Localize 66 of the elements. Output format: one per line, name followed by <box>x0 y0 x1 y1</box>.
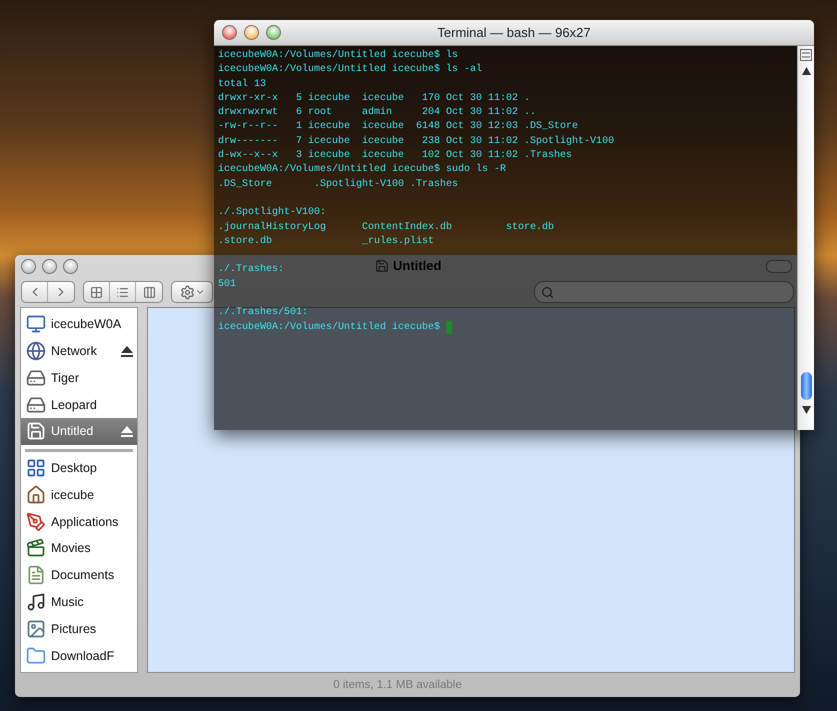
terminal-line: ./.Trashes/501: <box>218 306 308 320</box>
eject-icon[interactable] <box>121 346 133 357</box>
terminal-line: ./.Spotlight-V100: <box>218 206 326 220</box>
split-pane-icon[interactable] <box>800 49 812 61</box>
terminal-line: icecubeW0A:/Volumes/Untitled icecube$ sudo ls -R <box>218 163 506 178</box>
pen-icon <box>26 512 46 532</box>
close-button[interactable] <box>21 258 36 274</box>
text-cursor <box>446 321 452 334</box>
house-icon <box>26 484 46 505</box>
toolbar-toggle-button[interactable] <box>766 260 792 273</box>
minimize-button[interactable] <box>42 258 57 274</box>
search-icon <box>541 286 554 298</box>
terminal-line: ./.Trashes: <box>218 263 284 278</box>
window-title: Untitled <box>393 258 442 273</box>
zoom-button[interactable] <box>266 25 281 40</box>
sidebar-item[interactable]: Movies <box>21 535 137 562</box>
desktop-icon <box>26 458 46 478</box>
hard-drive-icon <box>26 394 46 415</box>
columns-icon <box>142 286 156 298</box>
status-text: 0 items, 1.1 MB available <box>333 679 462 691</box>
sidebar-item[interactable]: Pictures <box>21 615 137 642</box>
minimize-button[interactable] <box>244 25 259 40</box>
sidebar-item[interactable]: Applications <box>21 508 137 536</box>
down-arrow-icon[interactable] <box>802 406 810 414</box>
sidebar-item[interactable]: DownloadF <box>21 642 137 669</box>
terminal-line: icecubeW0A:/Volumes/Untitled icecube$ ls -al <box>218 63 482 78</box>
clapperboard-icon <box>26 538 46 558</box>
sidebar-item[interactable]: icecubeW0A <box>21 311 137 338</box>
list-icon <box>116 286 129 298</box>
zoom-button[interactable] <box>63 258 78 274</box>
up-arrow-icon[interactable] <box>802 67 810 75</box>
terminal-line: .journalHistoryLog ContentIndex.db store.db <box>218 220 554 235</box>
scroll-thumb[interactable] <box>800 372 812 400</box>
sidebar-item[interactable]: Music <box>21 588 137 616</box>
terminal-line: .store.db _rules.plist <box>218 234 434 249</box>
document-icon <box>26 565 46 586</box>
globe-icon <box>26 341 46 362</box>
terminal-line: d-wx--x--x 3 icecube icecube 102 Oct 30 11:02 .Trashes <box>218 149 572 164</box>
terminal-line: total 13 <box>218 78 266 92</box>
hard-drive-icon <box>26 368 46 388</box>
grid-icon <box>90 286 103 298</box>
close-button[interactable] <box>222 25 237 40</box>
window-title: Terminal — bash — 96x27 <box>436 25 592 40</box>
sidebar-item[interactable]: Desktop <box>21 454 137 482</box>
terminal-line: drw------- 7 icecube icecube 238 Oct 30 11:02 .Spotlight-V100 <box>218 134 614 149</box>
action-button[interactable] <box>171 281 213 303</box>
scroll-bar[interactable] <box>797 46 814 430</box>
music-note-icon <box>26 592 46 612</box>
terminal-line: drwxrwxrwt 6 root admin 204 Oct 30 11:02 .. <box>218 106 536 120</box>
sidebar-item[interactable]: Tiger <box>21 364 137 392</box>
terminal-line: .DS_Store .Spotlight-V100 .Trashes <box>218 178 458 192</box>
terminal-line: icecubeW0A:/Volumes/Untitled icecube$ <box>218 320 442 335</box>
search-field[interactable] <box>534 281 794 303</box>
sidebar-item[interactable]: Leopard <box>21 391 137 418</box>
terminal-line: icecubeW0A:/Volumes/Untitled icecube$ ls <box>218 49 458 63</box>
sidebar-item[interactable]: Documents <box>21 562 137 589</box>
terminal-line: -rw-r--r-- 1 icecube icecube 6148 Oct 30 12:03 .DS_Store <box>218 120 578 134</box>
sidebar-item[interactable]: Network <box>21 338 137 365</box>
terminal-line: drwxr-xr-x 5 icecube icecube 170 Oct 30 11:02 . <box>218 92 530 106</box>
folder-icon <box>26 646 46 666</box>
terminal-line: 501 <box>218 278 236 292</box>
sidebar-item[interactable]: Untitled <box>21 418 137 445</box>
picture-frame-icon <box>26 618 46 639</box>
gear-icon <box>180 284 194 300</box>
sidebar-item[interactable]: icecube <box>21 482 137 508</box>
monitor-icon <box>26 314 46 334</box>
